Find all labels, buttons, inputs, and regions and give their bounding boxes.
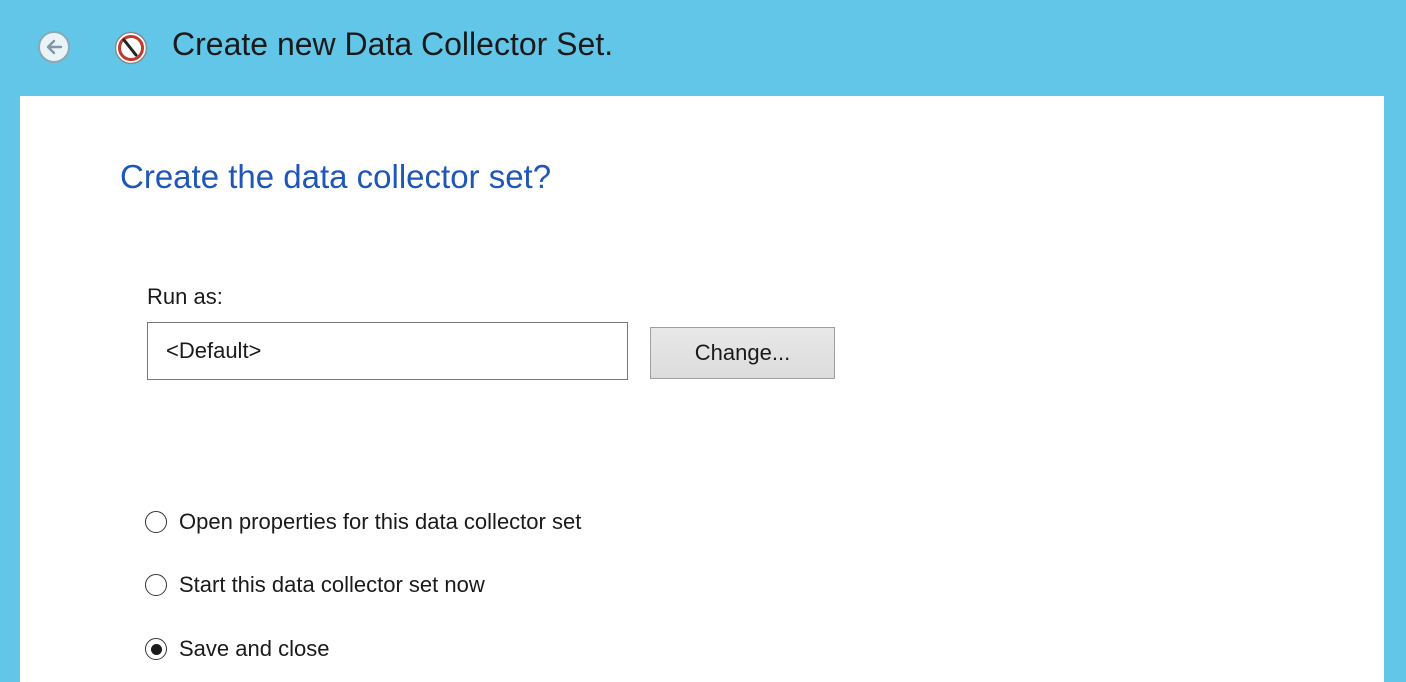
radio-selected-dot [150, 643, 162, 655]
back-arrow-icon [46, 39, 63, 55]
radio-button[interactable] [145, 638, 167, 660]
radio-start-now[interactable]: Start this data collector set now [145, 572, 485, 598]
performance-monitor-icon [114, 31, 148, 65]
window-title: Create new Data Collector Set. [172, 26, 614, 62]
change-button[interactable]: Change... [650, 327, 835, 379]
wizard-window: Create new Data Collector Set. Create th… [0, 0, 1406, 682]
radio-save-and-close[interactable]: Save and close [145, 636, 329, 662]
radio-button[interactable] [145, 574, 167, 596]
page-title: Create the data collector set? [120, 158, 552, 195]
back-button[interactable] [38, 31, 70, 63]
title-bar: Create new Data Collector Set. [0, 0, 1406, 96]
radio-open-properties[interactable]: Open properties for this data collector … [145, 509, 581, 535]
radio-label: Start this data collector set now [179, 572, 485, 597]
radio-label: Open properties for this data collector … [179, 509, 582, 534]
run-as-field[interactable] [147, 322, 628, 380]
radio-label: Save and close [179, 636, 330, 661]
wizard-content: Create the data collector set? Run as: C… [20, 96, 1384, 682]
run-as-label: Run as: [147, 284, 223, 309]
radio-button[interactable] [145, 511, 167, 533]
